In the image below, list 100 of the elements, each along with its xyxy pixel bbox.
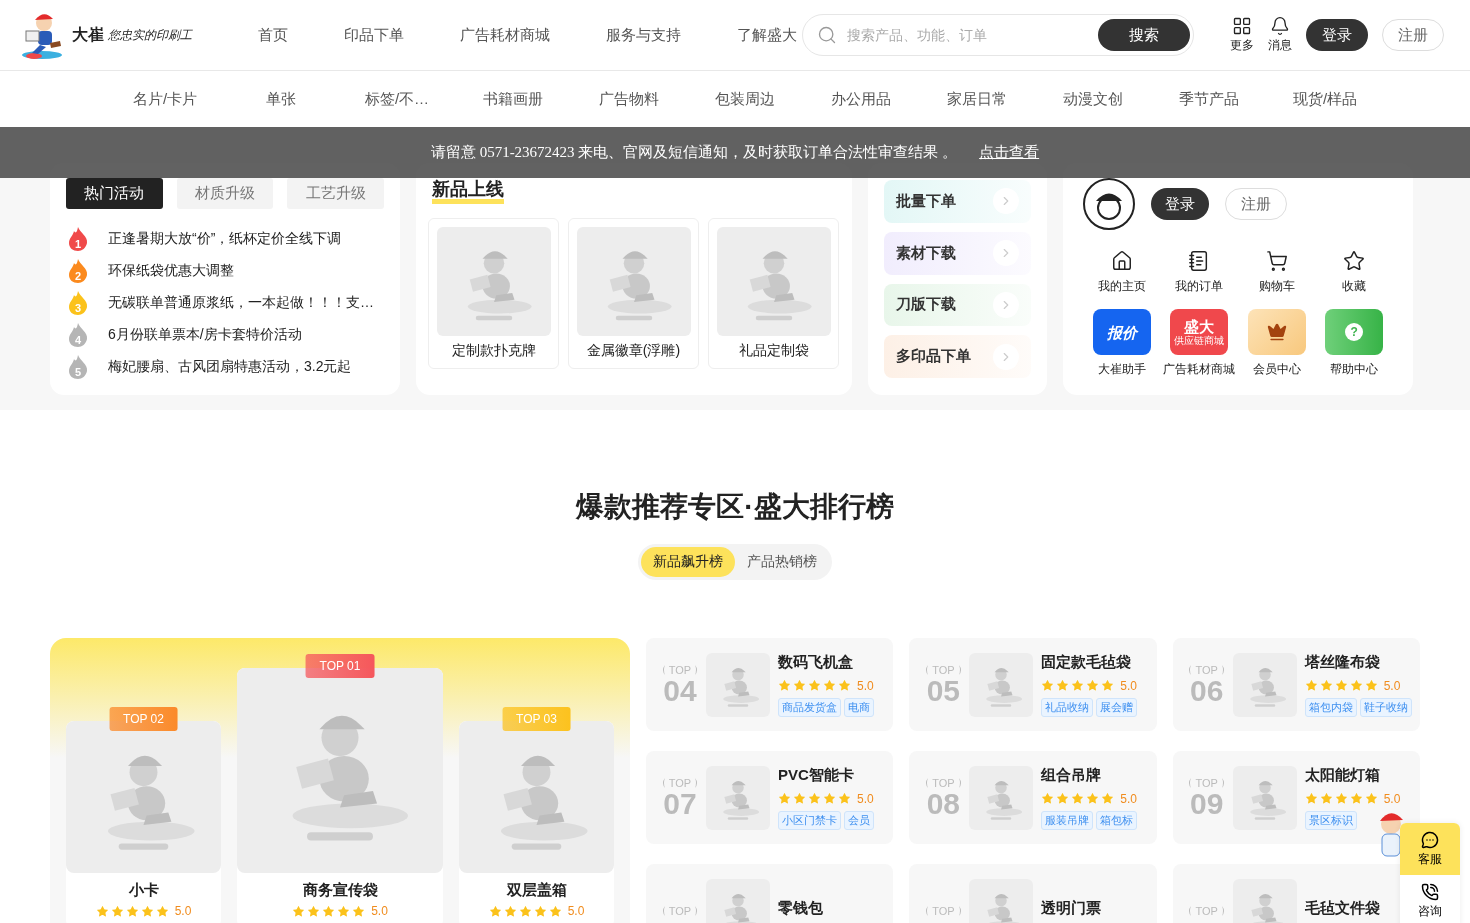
- star-icon: [1319, 792, 1333, 805]
- star-icon: [533, 904, 547, 918]
- star-icon: [155, 904, 169, 918]
- brand-slogan: 您忠实的印刷工: [108, 26, 192, 44]
- product-card[interactable]: 礼品定制袋: [708, 218, 839, 369]
- category-link[interactable]: 季节产品: [1151, 89, 1267, 109]
- user-link[interactable]: 我的主页: [1083, 250, 1161, 295]
- star-icon: [1304, 679, 1318, 692]
- star-icon: [1343, 250, 1366, 272]
- star-icon: [1041, 792, 1055, 805]
- tag: 鞋子收纳: [1359, 697, 1412, 717]
- avatar-icon: [1083, 178, 1135, 230]
- app-link[interactable]: 帮助中心: [1330, 361, 1379, 378]
- nav-link[interactable]: 服务与支持: [606, 25, 681, 45]
- phone-icon: [1421, 882, 1439, 901]
- star-icon: [488, 904, 502, 918]
- category-link[interactable]: 动漫文创: [1035, 89, 1151, 109]
- star-icon: [1349, 792, 1363, 805]
- app-link[interactable]: 会员中心: [1252, 361, 1301, 378]
- category-link[interactable]: 标签/不…: [339, 89, 455, 109]
- tile-text: 报价: [1106, 324, 1137, 340]
- ranking-card[interactable]: TOP 06 塔丝隆布袋 5.0 箱包内袋 鞋子收纳: [1172, 638, 1420, 731]
- category-link[interactable]: 包装周边: [687, 89, 803, 109]
- quick-order-button[interactable]: 批量下单: [884, 180, 1031, 223]
- activity-tab[interactable]: 工艺升级: [287, 178, 384, 209]
- app-link[interactable]: 广告耗材商城: [1163, 361, 1236, 378]
- ranking-tab[interactable]: 新品飙升榜: [641, 547, 735, 577]
- messages-button[interactable]: 消息: [1268, 16, 1292, 54]
- category-link[interactable]: 名片/卡片: [107, 89, 223, 109]
- rating: 5.0: [1120, 678, 1137, 693]
- user-link[interactable]: 购物车: [1238, 250, 1316, 295]
- category-link[interactable]: 广告物料: [571, 89, 687, 109]
- tile-text: 盛大: [1184, 318, 1215, 334]
- activity-link[interactable]: 梅妃腰扇、古风团扇特惠活动，3.2元起: [108, 358, 352, 376]
- nav-link[interactable]: 广告耗材商城: [460, 25, 550, 45]
- category-link[interactable]: 家居日常: [919, 89, 1035, 109]
- brand-name: 大崔: [72, 24, 104, 45]
- category-link[interactable]: 办公用品: [803, 89, 919, 109]
- activity-tab[interactable]: 材质升级: [176, 178, 274, 209]
- top-label: TOP: [1195, 776, 1218, 789]
- nav-link[interactable]: 首页: [258, 25, 288, 45]
- star-icon: [808, 792, 821, 805]
- quick-order-button[interactable]: 素材下载: [884, 231, 1031, 275]
- star-icon: [838, 679, 851, 692]
- star-icon: [140, 904, 154, 918]
- tile-subtext: 供应链商城: [1174, 334, 1225, 346]
- top-label: TOP: [668, 776, 692, 789]
- rating: 5.0: [857, 678, 874, 693]
- tag: 会员: [844, 810, 874, 830]
- quick-order-button[interactable]: 多印品下单: [884, 335, 1031, 378]
- product-name: 组合吊牌: [1041, 765, 1103, 785]
- ranking-card[interactable]: TOP 04 数码飞机盒 5.0 商品发货盒 电商: [646, 638, 894, 731]
- product-card[interactable]: 金属徽章(浮雕): [568, 218, 699, 369]
- ranking-card[interactable]: TOP 09 太阳能灯箱 5.0 景区标识: [1172, 751, 1420, 844]
- rank-badge: TOP 03: [502, 707, 571, 731]
- more-button[interactable]: 更多: [1230, 16, 1254, 54]
- search-icon: [817, 25, 837, 45]
- ranking-card[interactable]: TOP 07 PVC智能卡 5.0 小区门禁卡 会员: [646, 751, 894, 844]
- activity-link[interactable]: 环保纸袋优惠大调整: [108, 262, 234, 280]
- user-link[interactable]: 我的订单: [1160, 250, 1238, 295]
- tag: 景区标识: [1304, 810, 1357, 830]
- star-icon: [1101, 792, 1115, 805]
- ranking-card[interactable]: TOP 零钱包: [646, 864, 894, 923]
- grid-icon: [1232, 16, 1252, 36]
- quick-order-button[interactable]: 刀版下载: [884, 283, 1031, 327]
- category-link[interactable]: 现货/样品: [1267, 89, 1383, 109]
- star-icon: [110, 904, 124, 918]
- ranking-card[interactable]: TOP 05 固定款毛毡袋 5.0 礼品收纳 展会赠: [909, 638, 1157, 731]
- customer-service-button[interactable]: 客服: [1400, 823, 1460, 875]
- ranking-card[interactable]: TOP 透明门票: [909, 864, 1157, 923]
- register-button[interactable]: 注册: [1225, 188, 1287, 220]
- top-label: TOP: [932, 776, 955, 789]
- user-link[interactable]: 收藏: [1315, 250, 1393, 295]
- top-label: TOP: [932, 663, 955, 676]
- nav-link[interactable]: 了解盛大: [737, 25, 797, 45]
- activity-tab[interactable]: 热门活动: [66, 178, 163, 209]
- product-name: 毛毡文件袋: [1304, 898, 1380, 918]
- star-icon: [1364, 792, 1378, 805]
- activity-link[interactable]: 6月份联单票本/房卡套特价活动: [108, 326, 302, 344]
- ranking-card[interactable]: TOP 08 组合吊牌 5.0 服装吊牌 箱包标: [909, 751, 1157, 844]
- app-link[interactable]: 大崔助手: [1097, 361, 1146, 378]
- star-icon: [778, 792, 791, 805]
- login-button[interactable]: 登录: [1306, 19, 1368, 51]
- star-icon: [518, 904, 532, 918]
- consult-button[interactable]: 咨询: [1400, 875, 1460, 923]
- ranking-tab[interactable]: 产品热销榜: [735, 547, 829, 577]
- nav-link[interactable]: 印品下单: [344, 25, 404, 45]
- star-icon: [1364, 679, 1378, 692]
- login-button[interactable]: 登录: [1151, 188, 1209, 220]
- register-button[interactable]: 注册: [1382, 19, 1444, 51]
- activity-link[interactable]: 正逢暑期大放“价”，纸杯定价全线下调: [108, 230, 342, 248]
- rank-number: 09: [1189, 788, 1224, 819]
- activity-link[interactable]: 无碳联单普通原浆纸，一本起做！！！支…: [108, 294, 374, 312]
- product-card[interactable]: 定制款扑克牌: [428, 218, 559, 369]
- search-button[interactable]: 搜索: [1098, 19, 1190, 51]
- category-link[interactable]: 单张: [223, 89, 339, 109]
- notice-link[interactable]: 点击查看: [979, 143, 1040, 162]
- tag: 箱包内袋: [1304, 697, 1357, 717]
- crown-icon: [1266, 322, 1287, 342]
- category-link[interactable]: 书籍画册: [455, 89, 571, 109]
